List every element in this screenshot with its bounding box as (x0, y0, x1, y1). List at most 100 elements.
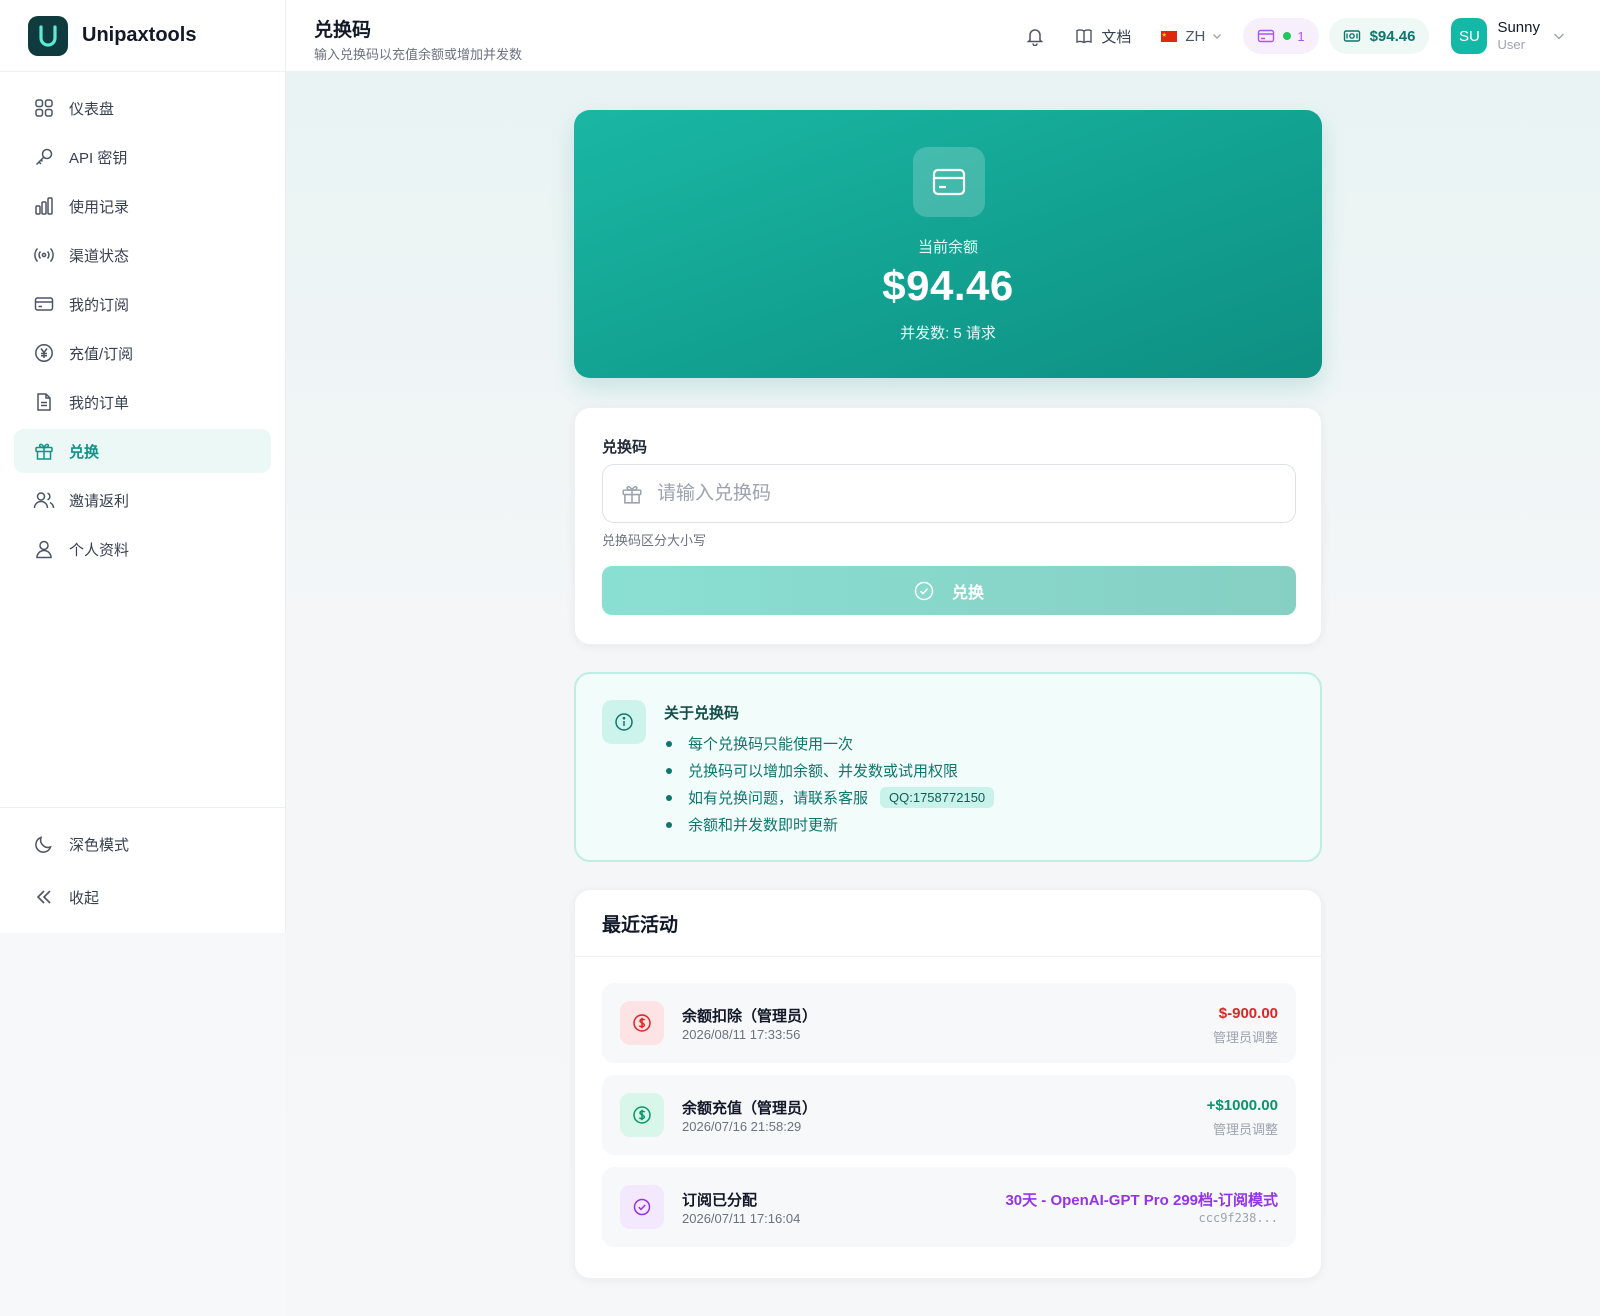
document-icon (33, 391, 55, 413)
activity-time: 2026/07/11 17:16:04 (682, 1211, 801, 1226)
cash-icon (1343, 28, 1361, 44)
user-menu[interactable]: SU Sunny User (1441, 18, 1576, 54)
moon-icon (33, 833, 55, 855)
sidebar-item-redeem[interactable]: 兑换 (14, 429, 271, 473)
sidebar-item-recharge[interactable]: 充值/订阅 (14, 331, 271, 375)
sidebar-item-label: 邀请返利 (69, 492, 130, 510)
sidebar-item-label: 使用记录 (69, 198, 130, 216)
sidebar-nav: 仪表盘 API 密钥 使用记录 渠道状态 我的订阅 充值/订阅 我的订单 兑换 (0, 72, 285, 571)
balance-amount: $94.46 (882, 262, 1014, 309)
page-subtitle: 输入兑换码以充值余额或增加并发数 (314, 47, 523, 62)
sidebar: Unipaxtools 仪表盘 API 密钥 使用记录 渠道状态 我的订阅 充值… (0, 0, 286, 933)
sidebar-item-api-keys[interactable]: API 密钥 (14, 135, 271, 179)
user-role: User (1497, 37, 1525, 53)
brand-name: Unipaxtools (82, 24, 197, 46)
activity-amount: 30天 - OpenAI-GPT Pro 299档-订阅模式 (1005, 1192, 1278, 1209)
concurrency-text: 并发数: 5 请求 (900, 325, 996, 342)
sidebar-item-label: 充值/订阅 (69, 345, 134, 363)
chevron-down-icon (1552, 29, 1566, 43)
grid-icon (33, 97, 55, 119)
activity-note: 管理员调整 (1212, 1030, 1278, 1045)
redeem-input-wrapper[interactable] (602, 464, 1296, 523)
dollar-icon (620, 1093, 664, 1137)
activity-note: 管理员调整 (1212, 1122, 1278, 1137)
balance-label: 当前余额 (917, 239, 978, 256)
info-list: 每个兑换码只能使用一次 兑换码可以增加余额、并发数或试用权限 如有兑换问题，请联… (664, 730, 995, 838)
sidebar-item-orders[interactable]: 我的订单 (14, 380, 271, 424)
avatar: SU (1451, 18, 1488, 54)
docs-label: 文档 (1101, 28, 1132, 46)
dark-mode-toggle[interactable]: 深色模式 (14, 822, 271, 866)
activity-note: ccc9f238... (1198, 1211, 1278, 1225)
redeem-button[interactable]: 兑换 (602, 566, 1296, 615)
sidebar-item-label: 兑换 (69, 443, 100, 461)
activity-name: 余额充值（管理员） (682, 1100, 818, 1117)
sidebar-item-usage[interactable]: 使用记录 (14, 184, 271, 228)
users-icon (33, 489, 55, 511)
activity-item: 余额扣除（管理员） 2026/08/11 17:33:56 $-900.00 管… (602, 983, 1296, 1063)
broadcast-icon (33, 244, 55, 266)
activity-time: 2026/07/16 21:58:29 (682, 1119, 802, 1134)
main-content: 当前余额 $94.46 并发数: 5 请求 兑换码 兑换码区分大小写 兑换 关于… (286, 72, 1600, 1316)
info-icon (602, 700, 646, 744)
activity-name: 余额扣除（管理员） (682, 1008, 818, 1025)
balance-indicator[interactable]: $94.46 (1328, 18, 1430, 54)
wallet-card-icon (913, 147, 985, 217)
collapse-sidebar-button[interactable]: 收起 (14, 875, 271, 919)
subscription-indicator[interactable]: 1 (1243, 18, 1319, 54)
info-title: 关于兑换码 (664, 705, 740, 722)
gift-icon (33, 440, 55, 462)
sidebar-item-my-subscription[interactable]: 我的订阅 (14, 282, 271, 326)
check-circle-icon (914, 581, 934, 601)
list-item: 兑换码可以增加余额、并发数或试用权限 (664, 757, 994, 784)
subscription-count: 1 (1297, 28, 1305, 44)
notifications-button[interactable] (1015, 18, 1055, 54)
balance-label: $94.46 (1369, 27, 1416, 45)
activity-title: 最近活动 (602, 915, 679, 936)
activity-name: 订阅已分配 (682, 1192, 758, 1209)
dollar-icon (620, 1001, 664, 1045)
status-dot (1283, 32, 1292, 40)
sidebar-item-label: 我的订阅 (69, 296, 130, 314)
bell-icon (1025, 26, 1045, 46)
book-icon (1075, 27, 1093, 45)
redeem-info-card: 关于兑换码 每个兑换码只能使用一次 兑换码可以增加余额、并发数或试用权限 如有兑… (574, 672, 1322, 862)
redeem-form: 兑换码 兑换码区分大小写 兑换 (574, 407, 1322, 645)
activity-item: 订阅已分配 2026/07/11 17:16:04 30天 - OpenAI-G… (602, 1167, 1296, 1247)
double-chevron-left-icon (33, 886, 55, 908)
topbar-actions: 文档 ZH 1 $94.46 SU Sunny User (1005, 16, 1576, 56)
sidebar-item-label: 个人资料 (69, 541, 130, 559)
collapse-label: 收起 (69, 889, 100, 907)
sidebar-item-profile[interactable]: 个人资料 (14, 527, 271, 571)
case-sensitive-hint: 兑换码区分大小写 (602, 533, 707, 548)
sidebar-item-label: API 密钥 (69, 149, 128, 167)
sidebar-item-label: 渠道状态 (69, 247, 130, 265)
recent-activity: 最近活动 余额扣除（管理员） 2026/08/11 17:33:56 $-900… (574, 889, 1322, 1279)
divider (575, 956, 1321, 957)
yen-icon (33, 342, 55, 364)
credit-card-icon (33, 293, 55, 315)
gift-icon (621, 483, 643, 505)
sidebar-item-label: 仪表盘 (69, 100, 115, 118)
list-item: 余额和并发数即时更新 (664, 811, 994, 838)
topbar: 兑换码 输入兑换码以充值余额或增加并发数 文档 ZH 1 $94.46 SU S… (286, 0, 1600, 72)
list-item: 每个兑换码只能使用一次 (664, 730, 994, 757)
activity-amount: +$1000.00 (1206, 1097, 1278, 1114)
redeem-code-input[interactable] (657, 482, 1257, 505)
sidebar-item-referral[interactable]: 邀请返利 (14, 478, 271, 522)
chevron-down-icon (1211, 30, 1223, 42)
bar-chart-icon (33, 195, 55, 217)
card-icon (1257, 28, 1275, 44)
user-meta: Sunny User (1497, 19, 1540, 53)
sidebar-footer: 深色模式 收起 (0, 807, 285, 928)
dark-mode-label: 深色模式 (69, 836, 130, 854)
key-icon (33, 146, 55, 168)
sidebar-item-channel-status[interactable]: 渠道状态 (14, 233, 271, 277)
activity-amount: $-900.00 (1218, 1005, 1278, 1022)
qq-contact-badge[interactable]: QQ:1758772150 (880, 787, 995, 808)
brand[interactable]: Unipaxtools (0, 0, 285, 72)
language-select[interactable]: ZH (1151, 18, 1233, 54)
sidebar-item-dashboard[interactable]: 仪表盘 (14, 86, 271, 130)
docs-button[interactable]: 文档 (1065, 18, 1141, 54)
user-name: Sunny (1497, 19, 1540, 37)
